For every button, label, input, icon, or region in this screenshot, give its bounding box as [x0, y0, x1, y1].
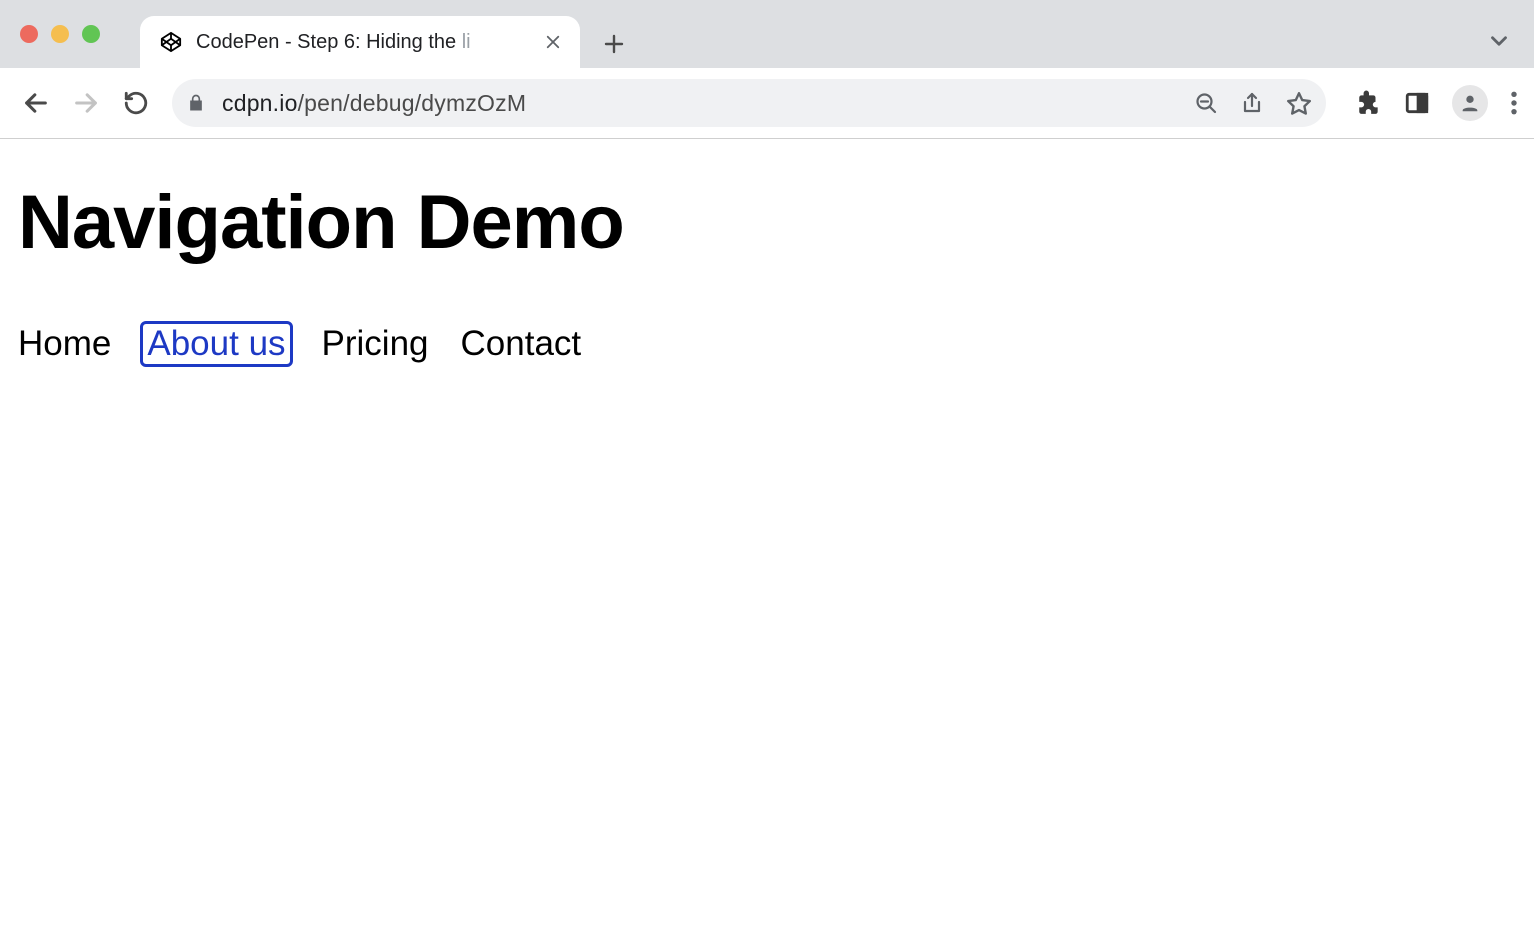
nav-item-pricing: Pricing	[322, 324, 429, 364]
reload-button[interactable]	[116, 83, 156, 123]
browser-toolbar: cdpn.io/pen/debug/dymzOzM	[0, 68, 1534, 138]
toolbar-right-icons	[1356, 85, 1518, 121]
profile-avatar[interactable]	[1452, 85, 1488, 121]
window-minimize-button[interactable]	[51, 25, 69, 43]
codepen-icon	[160, 31, 182, 53]
tab-list-button[interactable]	[1486, 28, 1512, 54]
share-icon[interactable]	[1240, 91, 1264, 115]
nav-link-home[interactable]: Home	[18, 324, 111, 364]
tab-title: CodePen - Step 6: Hiding the li	[196, 31, 530, 54]
tab-title-truncated: li	[462, 31, 471, 53]
tab-title-main: CodePen - Step 6: Hiding the	[196, 31, 462, 53]
side-panel-icon[interactable]	[1404, 90, 1430, 116]
nav-item-contact: Contact	[461, 324, 582, 364]
kebab-menu-icon[interactable]	[1510, 90, 1518, 116]
window-close-button[interactable]	[20, 25, 38, 43]
tab-close-button[interactable]	[544, 33, 562, 51]
back-button[interactable]	[16, 83, 56, 123]
zoom-out-icon[interactable]	[1194, 91, 1218, 115]
nav-link-pricing[interactable]: Pricing	[322, 324, 429, 364]
url-text: cdpn.io/pen/debug/dymzOzM	[222, 90, 526, 117]
bookmark-star-icon[interactable]	[1286, 90, 1312, 116]
url-host: cdpn.io	[222, 90, 298, 116]
browser-tab-active[interactable]: CodePen - Step 6: Hiding the li	[140, 16, 580, 68]
nav-item-home: Home	[18, 324, 111, 364]
url-path: /pen/debug/dymzOzM	[298, 90, 527, 116]
nav-link-about[interactable]: About us	[143, 324, 289, 364]
browser-chrome: CodePen - Step 6: Hiding the li	[0, 0, 1534, 139]
window-controls	[20, 25, 100, 43]
main-nav: Home About us Pricing Contact	[18, 324, 1516, 364]
page-content: Navigation Demo Home About us Pricing Co…	[0, 139, 1534, 364]
new-tab-button[interactable]	[602, 32, 626, 56]
nav-item-about: About us	[143, 324, 289, 364]
extensions-icon[interactable]	[1356, 90, 1382, 116]
page-heading: Navigation Demo	[18, 179, 1516, 266]
tab-strip: CodePen - Step 6: Hiding the li	[0, 0, 1534, 68]
window-zoom-button[interactable]	[82, 25, 100, 43]
address-bar[interactable]: cdpn.io/pen/debug/dymzOzM	[172, 79, 1326, 127]
lock-icon	[186, 93, 206, 113]
forward-button[interactable]	[66, 83, 106, 123]
nav-link-contact[interactable]: Contact	[461, 324, 582, 364]
